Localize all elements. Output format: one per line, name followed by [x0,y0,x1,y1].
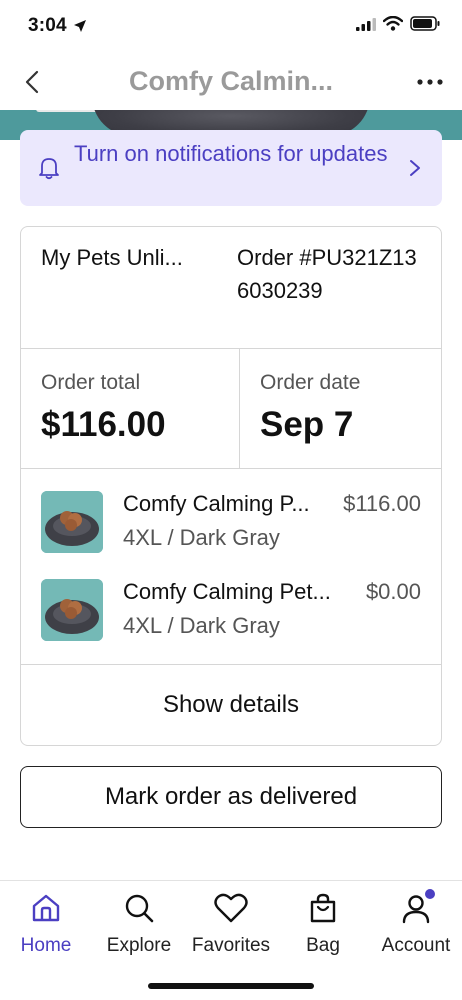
pet-bed-image [41,579,103,641]
order-stats-row: Order total $116.00 Order date Sep 7 [21,349,441,469]
battery-icon [410,16,440,31]
shop-name[interactable]: My Pets Unli... [41,241,183,274]
signal-icon [356,17,376,31]
order-date-label: Order date [260,371,361,394]
order-items: Comfy Calming P... $116.00 4XL / Dark Gr… [21,469,441,665]
tab-label: Bag [306,935,340,956]
item-variant: 4XL / Dark Gray [123,613,280,638]
order-total-label: Order total [41,371,141,394]
order-total: Order total $116.00 [21,349,240,468]
nav-header: Comfy Calmin... [0,54,462,110]
list-item[interactable]: Comfy Calming P... $116.00 4XL / Dark Gr… [21,487,441,573]
mark-delivered-button[interactable]: Mark order as delivered [20,766,442,828]
tab-explore[interactable]: Explore [93,891,185,961]
order-total-value: $116.00 [41,405,166,444]
chevron-right-icon [410,160,420,176]
item-variant: 4XL / Dark Gray [123,525,280,550]
order-card: My Pets Unli... Order #PU321Z136030239 O… [20,226,442,746]
tab-favorites[interactable]: Favorites [185,891,277,961]
back-button[interactable] [14,64,50,100]
account-icon [399,889,435,925]
bag-icon [306,891,340,925]
list-item[interactable]: Comfy Calming Pet... $0.00 4XL / Dark Gr… [21,575,441,661]
item-price: $0.00 [365,579,421,604]
notifications-banner-text: Turn on notifications for updates [74,141,388,166]
bell-icon [39,158,59,180]
item-thumbnail [41,579,103,641]
tab-label: Home [20,935,72,956]
heart-icon [214,891,248,925]
home-icon [29,891,63,925]
wifi-icon [383,16,403,31]
notifications-banner[interactable]: Turn on notifications for updates [20,130,442,206]
item-title: Comfy Calming P... [123,491,310,516]
location-arrow-icon [73,20,86,32]
tab-account[interactable]: Account [370,889,462,961]
tab-label: Favorites [191,935,271,956]
status-bar: 3:04 [0,0,462,54]
order-header-row: My Pets Unli... Order #PU321Z136030239 [21,227,441,349]
home-indicator [148,983,314,989]
order-number: Order #PU321Z136030239 [237,245,417,303]
tab-label: Account [381,935,451,956]
notification-dot [425,889,435,899]
tab-home[interactable]: Home [0,891,92,961]
status-time: 3:04 [28,15,87,37]
more-options-button[interactable] [414,66,446,98]
search-icon [122,891,156,925]
order-date: Order date Sep 7 [240,349,441,468]
item-title: Comfy Calming Pet... [123,579,331,604]
tab-bag[interactable]: Bag [277,891,369,961]
tab-label: Explore [106,935,172,956]
tab-bar: Home Explore Favorites Bag Account [0,880,462,1000]
page-title: Comfy Calmin... [128,66,334,96]
more-horizontal-icon [417,79,443,85]
item-price: $116.00 [343,491,421,516]
order-date-value: Sep 7 [260,405,354,444]
status-indicators [356,16,440,31]
pet-bed-image [41,491,103,553]
item-thumbnail [41,491,103,553]
chevron-left-icon [25,70,39,94]
show-details-button[interactable]: Show details [21,665,441,745]
